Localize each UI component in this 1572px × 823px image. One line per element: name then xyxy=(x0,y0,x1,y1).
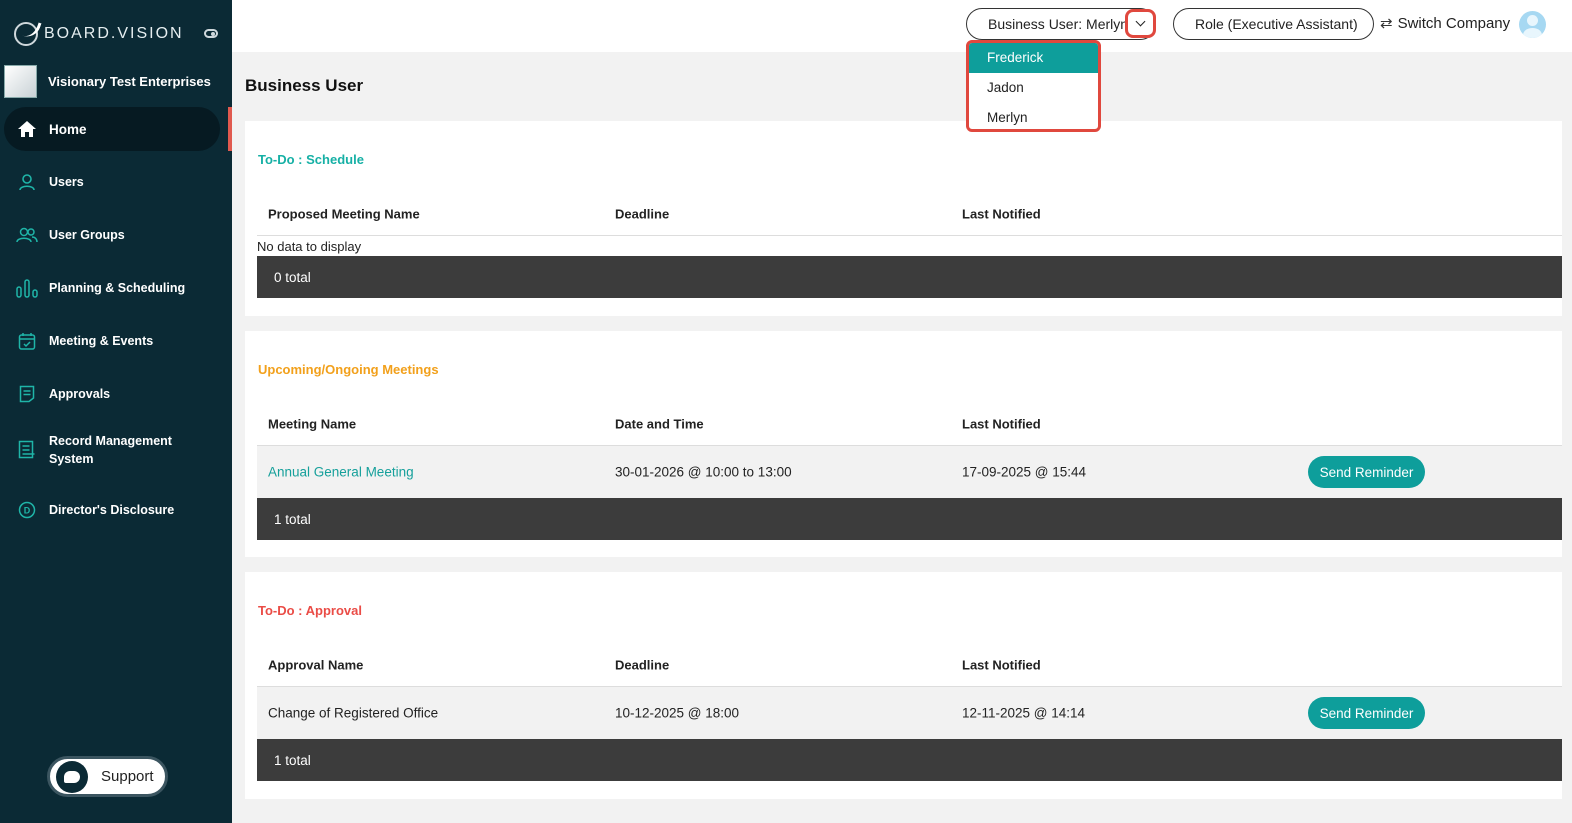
sidebar-item-meetings[interactable]: Meeting & Events xyxy=(4,319,220,363)
switch-company-button[interactable]: ⇄ Switch Company xyxy=(1380,14,1511,33)
table-footer: 1 total xyxy=(257,739,1562,781)
column-header[interactable]: Proposed Meeting Name xyxy=(268,206,420,221)
column-header[interactable]: Date and Time xyxy=(615,416,704,431)
user-group-icon xyxy=(16,224,38,246)
chevron-down-icon xyxy=(1135,16,1146,27)
meeting-datetime: 30-01-2026 @ 10:00 to 13:00 xyxy=(615,464,792,480)
approval-name: Change of Registered Office xyxy=(268,705,439,721)
table-row: Change of Registered Office 10-12-2025 @… xyxy=(257,687,1562,739)
business-user-dropdown: Frederick Jadon Merlyn xyxy=(966,40,1101,132)
schedule-card: To-Do : Schedule Proposed Meeting Name D… xyxy=(245,121,1562,316)
role-label: Role (Executive Assistant) xyxy=(1195,16,1358,32)
sidebar: BOARD.VISION Visionary Test Enterprises … xyxy=(0,0,232,823)
column-header[interactable]: Deadline xyxy=(615,657,669,672)
sidebar-item-home[interactable]: Home xyxy=(4,107,220,151)
approvals-table-header: Approval Name Deadline Last Notified xyxy=(257,643,1562,687)
company-selector[interactable]: Visionary Test Enterprises xyxy=(4,63,230,99)
last-notified: 17-09-2025 @ 15:44 xyxy=(962,464,1087,480)
business-user-dropdown-toggle[interactable] xyxy=(1125,9,1156,38)
sidebar-item-label: Director's Disclosure xyxy=(49,503,175,517)
chat-icon xyxy=(56,760,88,793)
page-title: Business User xyxy=(245,76,364,95)
empty-state-text: No data to display xyxy=(257,239,362,254)
meetings-card: Upcoming/Ongoing Meetings Meeting Name D… xyxy=(245,331,1562,557)
brand-logo[interactable]: BOARD.VISION xyxy=(14,22,184,46)
switch-company-label: Switch Company xyxy=(1397,14,1511,32)
column-header[interactable]: Deadline xyxy=(615,206,669,221)
sidebar-item-planning[interactable]: Planning & Scheduling xyxy=(4,266,220,310)
record-icon xyxy=(16,439,38,461)
meeting-name-link[interactable]: Annual General Meeting xyxy=(268,465,414,480)
user-icon xyxy=(16,171,38,193)
company-logo xyxy=(4,64,37,98)
logo-mark-icon xyxy=(14,22,38,46)
table-row: Annual General Meeting 30-01-2026 @ 10:0… xyxy=(257,446,1562,498)
role-button[interactable]: Role (Executive Assistant) xyxy=(1173,8,1374,40)
brand-name: BOARD.VISION xyxy=(44,25,184,42)
sidebar-item-label: Meeting & Events xyxy=(49,334,154,348)
schedule-table-header: Proposed Meeting Name Deadline Last Noti… xyxy=(257,192,1562,236)
column-header[interactable]: Meeting Name xyxy=(268,416,356,431)
calendar-icon xyxy=(16,330,38,352)
user-avatar[interactable] xyxy=(1519,11,1546,38)
column-header[interactable]: Last Notified xyxy=(962,206,1041,221)
sidebar-item-user-groups[interactable]: User Groups xyxy=(4,213,220,257)
total-count: 0 total xyxy=(274,269,311,285)
sidebar-item-label: User Groups xyxy=(49,228,125,242)
svg-text:D: D xyxy=(24,506,31,516)
approvals-icon xyxy=(16,383,38,405)
approvals-card: To-Do : Approval Approval Name Deadline … xyxy=(245,572,1562,799)
column-header[interactable]: Last Notified xyxy=(962,416,1041,431)
dropdown-option-jadon[interactable]: Jadon xyxy=(969,73,1098,103)
approval-deadline: 10-12-2025 @ 18:00 xyxy=(615,705,740,721)
swap-icon: ⇄ xyxy=(1380,15,1393,32)
company-name: Visionary Test Enterprises xyxy=(48,73,211,89)
table-footer: 1 total xyxy=(257,498,1562,540)
total-count: 1 total xyxy=(274,511,311,527)
send-reminder-button[interactable]: Send Reminder xyxy=(1308,456,1425,488)
support-button[interactable]: Support xyxy=(47,756,168,797)
sidebar-item-record-management[interactable]: Record Management System xyxy=(4,426,220,474)
meetings-title: Upcoming/Ongoing Meetings xyxy=(258,362,439,377)
disclosure-icon: D xyxy=(16,499,38,521)
column-header[interactable]: Last Notified xyxy=(962,657,1041,672)
schedule-title: To-Do : Schedule xyxy=(258,152,364,167)
last-notified: 12-11-2025 @ 14:14 xyxy=(962,705,1086,721)
meetings-table-header: Meeting Name Date and Time Last Notified xyxy=(257,402,1562,446)
sidebar-item-approvals[interactable]: Approvals xyxy=(4,372,220,416)
total-count: 1 total xyxy=(274,752,311,768)
sidebar-item-directors-disclosure[interactable]: D Director's Disclosure xyxy=(4,488,220,532)
send-reminder-button[interactable]: Send Reminder xyxy=(1308,697,1425,729)
planning-icon xyxy=(16,277,38,299)
home-icon xyxy=(16,118,38,140)
approvals-title: To-Do : Approval xyxy=(258,603,362,618)
sidebar-item-label: Approvals xyxy=(49,387,111,401)
dropdown-option-frederick[interactable]: Frederick xyxy=(969,43,1098,73)
support-label: Support xyxy=(101,768,154,785)
active-indicator xyxy=(228,107,232,151)
sidebar-toggle-icon[interactable] xyxy=(204,29,218,38)
sidebar-item-label: Home xyxy=(49,121,87,137)
sidebar-item-label: Record Management System xyxy=(49,434,172,466)
sidebar-item-label: Users xyxy=(49,175,84,189)
dropdown-option-merlyn[interactable]: Merlyn xyxy=(969,103,1098,129)
column-header[interactable]: Approval Name xyxy=(268,657,363,672)
table-footer: 0 total xyxy=(257,256,1562,298)
sidebar-item-label: Planning & Scheduling xyxy=(49,281,186,295)
business-user-value: Business User: Merlyn xyxy=(988,16,1129,32)
sidebar-item-users[interactable]: Users xyxy=(4,160,220,204)
